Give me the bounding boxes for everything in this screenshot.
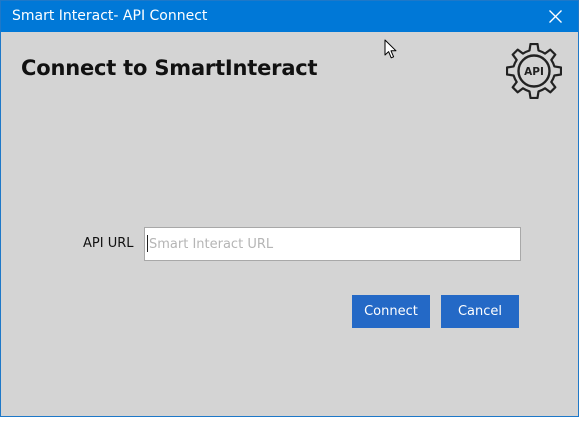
api-logo-text: API — [524, 66, 544, 78]
dialog-heading: Connect to SmartInteract — [21, 56, 318, 80]
cancel-button[interactable]: Cancel — [441, 295, 519, 328]
connect-button[interactable]: Connect — [352, 295, 430, 328]
api-gear-icon: API — [506, 43, 562, 99]
api-url-input[interactable] — [144, 227, 521, 261]
close-button[interactable] — [532, 1, 578, 32]
api-connect-dialog: Smart Interact- API Connect Connect to S… — [0, 0, 579, 417]
text-caret — [147, 235, 148, 252]
window-title: Smart Interact- API Connect — [12, 8, 208, 24]
close-icon — [549, 10, 562, 23]
title-bar[interactable]: Smart Interact- API Connect — [1, 1, 578, 32]
mouse-pointer-icon — [384, 39, 397, 59]
api-url-label: API URL — [83, 236, 134, 251]
